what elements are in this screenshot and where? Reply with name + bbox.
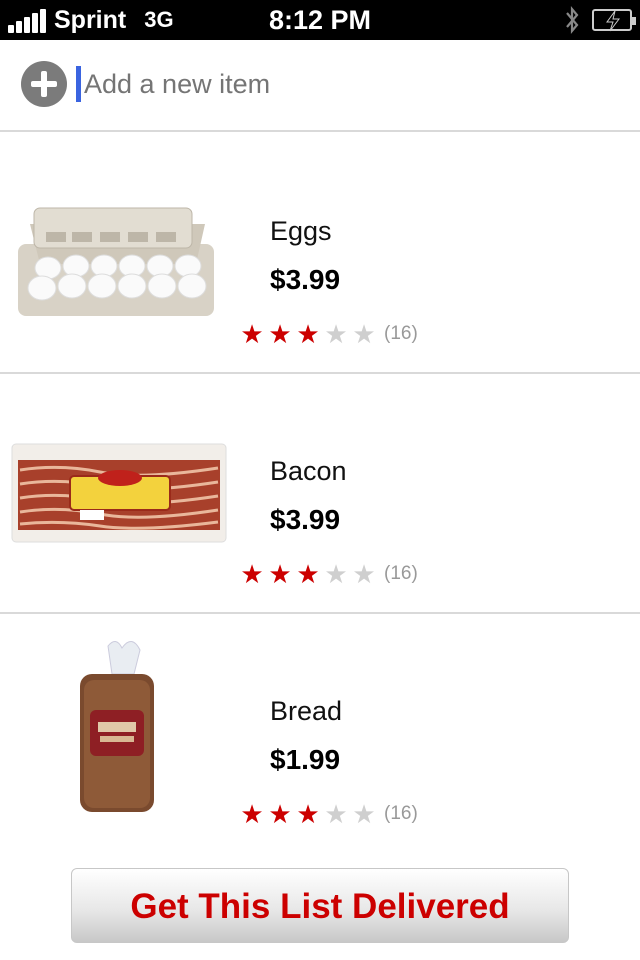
star-icon: ★	[296, 799, 320, 829]
star-icon: ★	[240, 799, 264, 829]
item-rating: ★ ★ ★ ★ ★ (16)	[238, 559, 418, 589]
text-cursor	[76, 66, 81, 102]
star-icon: ★	[324, 319, 348, 349]
deliver-button[interactable]: Get This List Delivered	[71, 868, 569, 943]
star-icon: ★	[268, 799, 292, 829]
status-right	[564, 0, 636, 40]
egg-carton-icon	[18, 207, 214, 316]
add-item-input[interactable]	[84, 64, 604, 104]
status-time: 8:12 PM	[268, 5, 372, 35]
list-item[interactable]: Bacon $3.99 ★ ★ ★ ★ ★ (16)	[0, 374, 640, 614]
status-bar: Sprint 3G 8:12 PM	[0, 0, 640, 40]
review-count: (16)	[384, 803, 418, 824]
star-icon: ★	[352, 559, 376, 589]
review-count: (16)	[384, 563, 418, 584]
item-name: Bacon	[270, 456, 347, 486]
star-icon: ★	[352, 319, 376, 349]
bluetooth-icon	[566, 5, 579, 35]
star-icon: ★	[268, 559, 292, 589]
bread-loaf-icon	[80, 641, 154, 812]
battery-icon	[592, 9, 636, 32]
item-name: Bread	[270, 696, 343, 726]
star-icon: ★	[324, 559, 348, 589]
review-count: (16)	[384, 323, 418, 344]
item-name: Eggs	[270, 216, 332, 246]
item-price: $3.99	[270, 504, 341, 535]
item-price: $1.99	[270, 744, 341, 775]
star-icon: ★	[240, 559, 264, 589]
item-rating: ★ ★ ★ ★ ★ (16)	[238, 799, 418, 829]
list-item[interactable]: Bread $1.99 ★ ★ ★ ★ ★ (16)	[0, 614, 640, 854]
list-item[interactable]: Eggs $3.99 ★ ★ ★ ★ ★ (16)	[0, 134, 640, 374]
star-icon: ★	[352, 799, 376, 829]
bacon-package-icon	[11, 443, 227, 543]
add-icon[interactable]	[21, 61, 67, 107]
item-rating: ★ ★ ★ ★ ★ (16)	[238, 319, 418, 349]
star-icon: ★	[296, 319, 320, 349]
star-icon: ★	[324, 799, 348, 829]
item-price: $3.99	[270, 264, 341, 295]
star-icon: ★	[268, 319, 292, 349]
shopping-list: Eggs $3.99 ★ ★ ★ ★ ★ (16) Bacon $3.99 ★ ★ ★ ★ ★ (1…	[0, 134, 640, 854]
star-icon: ★	[296, 559, 320, 589]
star-icon: ★	[240, 319, 264, 349]
add-item-row[interactable]	[0, 40, 640, 132]
